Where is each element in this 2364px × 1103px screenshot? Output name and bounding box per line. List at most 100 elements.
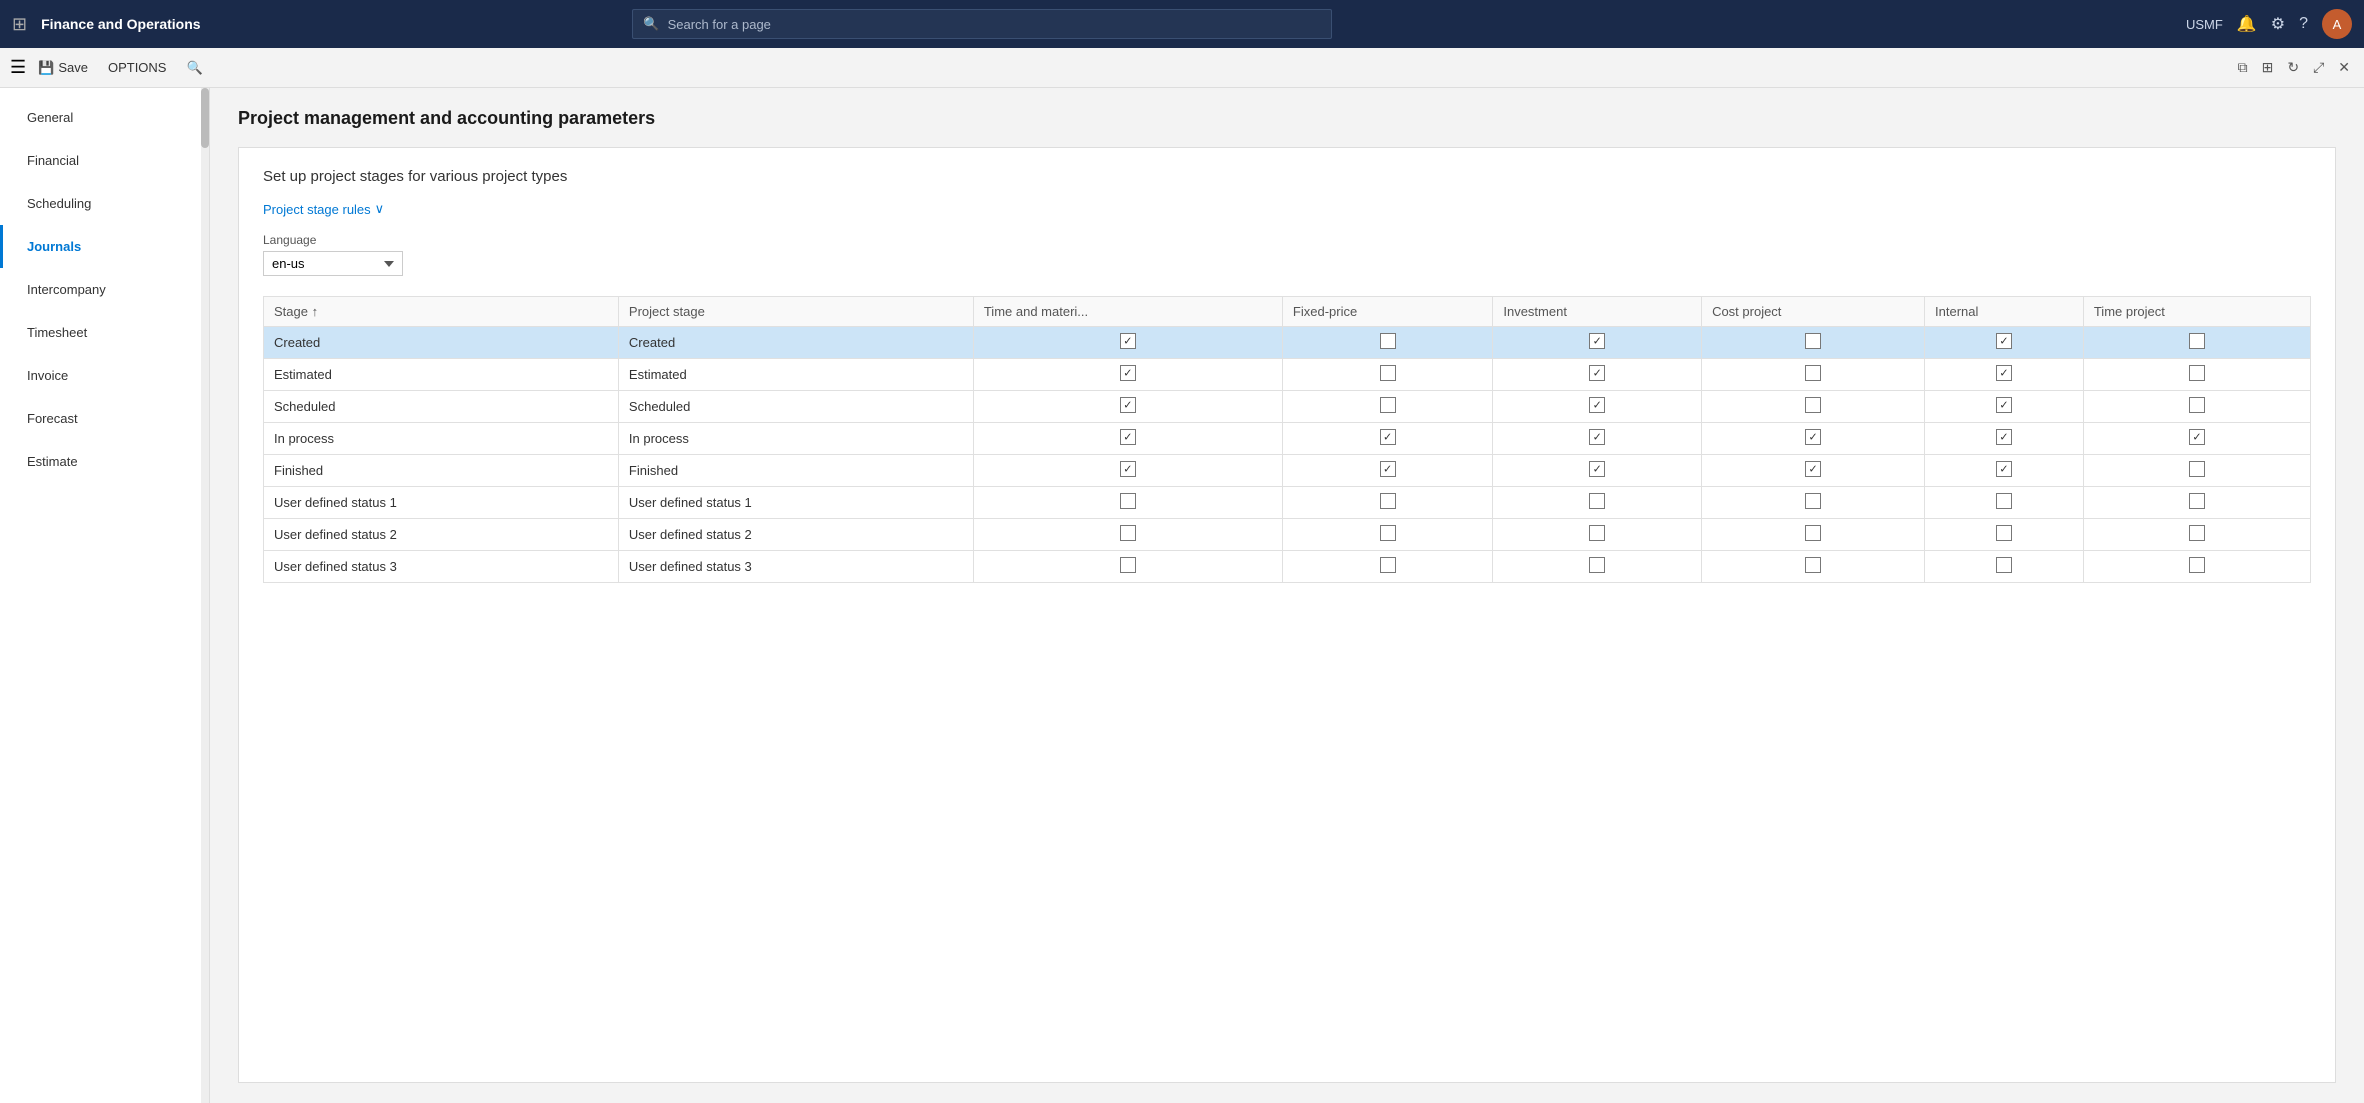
checkbox-time_material-1[interactable] <box>1120 365 1136 381</box>
cell-time_project-1[interactable] <box>2083 359 2310 391</box>
checkbox-fixed_price-5[interactable] <box>1380 493 1396 509</box>
cell-internal-4[interactable] <box>1925 455 2084 487</box>
checkbox-time_project-2[interactable] <box>2189 397 2205 413</box>
grid-icon[interactable]: ⊞ <box>12 14 27 35</box>
checkbox-cost_project-6[interactable] <box>1805 525 1821 541</box>
checkbox-fixed_price-4[interactable] <box>1380 461 1396 477</box>
cell-cost_project-4[interactable] <box>1702 455 1925 487</box>
checkbox-fixed_price-1[interactable] <box>1380 365 1396 381</box>
checkbox-internal-3[interactable] <box>1996 429 2012 445</box>
cell-time_project-7[interactable] <box>2083 551 2310 583</box>
portal-icon[interactable]: ⧉ <box>2234 55 2252 80</box>
checkbox-fixed_price-3[interactable] <box>1380 429 1396 445</box>
search-toolbar-icon[interactable]: 🔍 <box>178 56 210 80</box>
checkbox-investment-1[interactable] <box>1589 365 1605 381</box>
cell-time_material-6[interactable] <box>973 519 1282 551</box>
checkbox-time_project-0[interactable] <box>2189 333 2205 349</box>
checkbox-internal-5[interactable] <box>1996 493 2012 509</box>
cell-time_material-5[interactable] <box>973 487 1282 519</box>
project-stage-rules-link[interactable]: Project stage rules ∨ <box>263 201 384 217</box>
cell-investment-1[interactable] <box>1493 359 1702 391</box>
refresh-icon[interactable]: ↻ <box>2283 55 2303 80</box>
checkbox-time_material-6[interactable] <box>1120 525 1136 541</box>
checkbox-fixed_price-6[interactable] <box>1380 525 1396 541</box>
checkbox-time_project-6[interactable] <box>2189 525 2205 541</box>
nav-item-financial[interactable]: Financial <box>0 139 201 182</box>
language-select[interactable]: en-us <box>263 251 403 276</box>
nav-item-general[interactable]: General <box>0 96 201 139</box>
checkbox-investment-0[interactable] <box>1589 333 1605 349</box>
cell-investment-2[interactable] <box>1493 391 1702 423</box>
col-header-stage[interactable]: Stage ↑ <box>264 297 619 327</box>
cell-fixed_price-5[interactable] <box>1282 487 1492 519</box>
checkbox-fixed_price-0[interactable] <box>1380 333 1396 349</box>
cell-time_material-1[interactable] <box>973 359 1282 391</box>
cell-cost_project-5[interactable] <box>1702 487 1925 519</box>
cell-fixed_price-0[interactable] <box>1282 327 1492 359</box>
scrollbar-thumb[interactable] <box>201 88 209 148</box>
checkbox-cost_project-5[interactable] <box>1805 493 1821 509</box>
search-bar[interactable]: 🔍 Search for a page <box>632 9 1332 39</box>
cell-time_material-2[interactable] <box>973 391 1282 423</box>
cell-internal-6[interactable] <box>1925 519 2084 551</box>
cell-time_project-6[interactable] <box>2083 519 2310 551</box>
checkbox-cost_project-4[interactable] <box>1805 461 1821 477</box>
cell-time_material-0[interactable] <box>973 327 1282 359</box>
checkbox-time_project-7[interactable] <box>2189 557 2205 573</box>
cell-time_project-3[interactable] <box>2083 423 2310 455</box>
hamburger-icon[interactable]: ☰ <box>10 57 26 78</box>
table-row[interactable]: ScheduledScheduled <box>264 391 2311 423</box>
table-row[interactable]: FinishedFinished <box>264 455 2311 487</box>
table-row[interactable]: User defined status 1User defined status… <box>264 487 2311 519</box>
checkbox-cost_project-2[interactable] <box>1805 397 1821 413</box>
checkbox-cost_project-7[interactable] <box>1805 557 1821 573</box>
checkbox-internal-1[interactable] <box>1996 365 2012 381</box>
checkbox-investment-3[interactable] <box>1589 429 1605 445</box>
checkbox-internal-7[interactable] <box>1996 557 2012 573</box>
cell-investment-7[interactable] <box>1493 551 1702 583</box>
table-row[interactable]: CreatedCreated <box>264 327 2311 359</box>
checkbox-investment-6[interactable] <box>1589 525 1605 541</box>
checkbox-time_project-3[interactable] <box>2189 429 2205 445</box>
cell-fixed_price-4[interactable] <box>1282 455 1492 487</box>
checkbox-time_material-0[interactable] <box>1120 333 1136 349</box>
nav-item-timesheet[interactable]: Timesheet <box>0 311 201 354</box>
checkbox-time_material-5[interactable] <box>1120 493 1136 509</box>
cell-time_material-3[interactable] <box>973 423 1282 455</box>
cell-internal-0[interactable] <box>1925 327 2084 359</box>
checkbox-investment-7[interactable] <box>1589 557 1605 573</box>
cell-investment-5[interactable] <box>1493 487 1702 519</box>
close-icon[interactable]: ✕ <box>2334 55 2354 80</box>
cell-investment-6[interactable] <box>1493 519 1702 551</box>
cell-internal-3[interactable] <box>1925 423 2084 455</box>
cell-time_material-7[interactable] <box>973 551 1282 583</box>
cell-fixed_price-3[interactable] <box>1282 423 1492 455</box>
cell-time_project-0[interactable] <box>2083 327 2310 359</box>
checkbox-time_material-2[interactable] <box>1120 397 1136 413</box>
checkbox-internal-2[interactable] <box>1996 397 2012 413</box>
cell-investment-3[interactable] <box>1493 423 1702 455</box>
cell-cost_project-6[interactable] <box>1702 519 1925 551</box>
cell-cost_project-2[interactable] <box>1702 391 1925 423</box>
table-row[interactable]: User defined status 2User defined status… <box>264 519 2311 551</box>
cell-cost_project-3[interactable] <box>1702 423 1925 455</box>
checkbox-time_project-4[interactable] <box>2189 461 2205 477</box>
nav-item-estimate[interactable]: Estimate <box>0 440 201 483</box>
cell-investment-4[interactable] <box>1493 455 1702 487</box>
checkbox-fixed_price-7[interactable] <box>1380 557 1396 573</box>
cell-internal-2[interactable] <box>1925 391 2084 423</box>
office-icon[interactable]: ⊞ <box>2258 55 2278 80</box>
table-row[interactable]: EstimatedEstimated <box>264 359 2311 391</box>
checkbox-time_project-5[interactable] <box>2189 493 2205 509</box>
popout-icon[interactable]: ⤢ <box>2309 55 2328 80</box>
cell-time_project-5[interactable] <box>2083 487 2310 519</box>
checkbox-cost_project-3[interactable] <box>1805 429 1821 445</box>
cell-investment-0[interactable] <box>1493 327 1702 359</box>
options-button[interactable]: OPTIONS <box>100 56 175 79</box>
cell-fixed_price-1[interactable] <box>1282 359 1492 391</box>
checkbox-internal-4[interactable] <box>1996 461 2012 477</box>
checkbox-cost_project-0[interactable] <box>1805 333 1821 349</box>
cell-time_project-4[interactable] <box>2083 455 2310 487</box>
checkbox-investment-2[interactable] <box>1589 397 1605 413</box>
checkbox-time_material-4[interactable] <box>1120 461 1136 477</box>
